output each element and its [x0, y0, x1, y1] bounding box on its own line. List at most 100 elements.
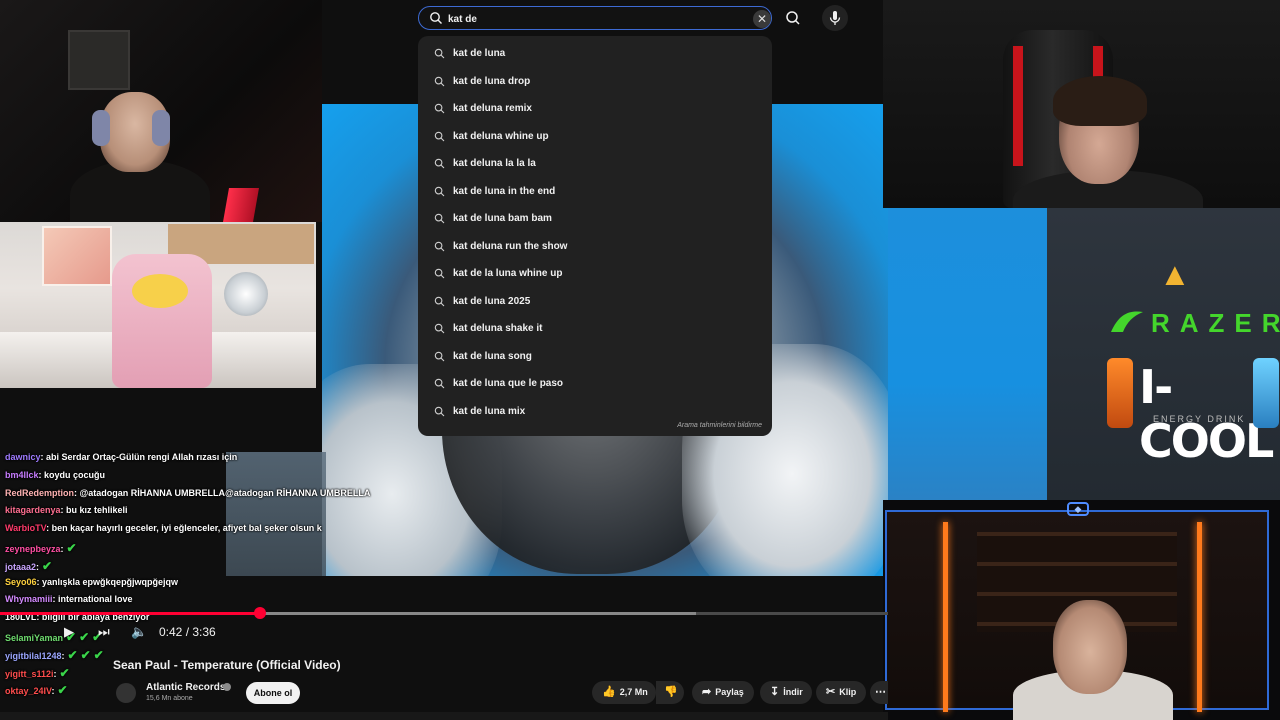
emote-icon: ✔ [80, 647, 91, 662]
subscriber-count: 15,6 Mn abone [146, 695, 193, 702]
webcam-detail [132, 274, 188, 308]
suggestion-text: kat de luna bam bam [453, 213, 552, 224]
close-icon[interactable]: ✕ [753, 10, 771, 28]
chat-message: SelamiYaman ✔ ✔ ✔ [5, 630, 102, 644]
chat-text: : [51, 686, 55, 697]
emote-icon: ✔ [57, 683, 68, 698]
suggestion-item[interactable]: kat deluna la la la [418, 150, 772, 176]
video-title: Sean Paul - Temperature (Official Video) [113, 658, 341, 672]
more-actions-button[interactable]: ⋯ [870, 681, 888, 704]
search-icon [434, 186, 445, 196]
chat-username[interactable]: zeynepbeyza [5, 544, 61, 554]
suggestion-text: kat deluna remix [453, 103, 532, 114]
search-icon [430, 12, 442, 24]
chat-username[interactable]: Seyo06 [5, 577, 37, 587]
webcam-room [0, 222, 316, 388]
neon-light [1197, 522, 1202, 712]
chat-message: yigitbilal1248: ✔ ✔ ✔ [5, 648, 104, 662]
chat-message: oktay_24IV: ✔ [5, 683, 68, 697]
chat-username[interactable]: Whymamiii [5, 594, 53, 604]
webcam-detail [1053, 600, 1127, 694]
chat-username[interactable]: bm4llck [5, 470, 39, 480]
emote-icon: ✔ [79, 630, 90, 644]
chat-text: : bu kız tehlikeli [60, 505, 128, 516]
search-icon [786, 11, 800, 25]
chat-username[interactable]: WarbioTV [5, 523, 46, 533]
webcam-streamer-1 [0, 0, 322, 222]
suggestion-item[interactable]: kat de luna drop [418, 68, 772, 94]
chat-message: bm4llck: koydu çocuğu [5, 470, 105, 480]
search-icon [434, 296, 445, 306]
share-button[interactable]: ➦ Paylaş [692, 681, 754, 704]
download-icon: ↧ [770, 686, 780, 698]
share-label: Paylaş [715, 687, 744, 697]
suggestion-text: kat deluna la la la [453, 158, 536, 169]
razer-logo-icon [1111, 311, 1143, 332]
chat-text: : koydu çocuğu [38, 469, 106, 480]
suggestion-text: kat de luna [453, 48, 506, 59]
clip-button[interactable]: ✂ Klip [816, 681, 866, 704]
search-icon [434, 378, 445, 389]
time-display: 0:42 / 3:36 [159, 625, 216, 639]
suggestion-item[interactable]: kat de luna [418, 40, 772, 66]
suggestion-item[interactable]: kat de luna in the end [418, 178, 772, 204]
thumbs-down-icon: 👎 [664, 686, 678, 698]
search-input[interactable] [448, 10, 738, 28]
channel-logo-icon: ◆ [1067, 502, 1089, 516]
next-icon[interactable]: ⏭ [98, 624, 110, 640]
chat-username[interactable]: yigitbilal1248 [5, 651, 62, 661]
webcam-frame [885, 510, 1269, 720]
suggestion-item[interactable]: kat de luna que le paso [418, 370, 772, 396]
volume-icon[interactable]: 🔈 [131, 624, 147, 640]
chat-username[interactable]: oktay_24IV [5, 686, 52, 696]
chat-text: : international love [52, 594, 133, 605]
channel-avatar[interactable] [116, 683, 136, 703]
chat-username[interactable]: RedRedemption [5, 488, 74, 498]
more-icon: ⋯ [875, 686, 886, 698]
sponsor-panel: ▲ RAZER I-COOL ENERGY DRINK [1047, 208, 1280, 500]
chat-username[interactable]: jotaaa2 [5, 562, 36, 572]
subscribe-button[interactable]: Abone ol [246, 682, 300, 704]
suggestion-item[interactable]: kat deluna whine up [418, 123, 772, 149]
chat-username[interactable]: dawnicy [5, 452, 41, 462]
video-progress-bar[interactable] [0, 607, 888, 619]
chat-message: dawnicy: abi Serdar Ortaç-Gülün rengi Al… [5, 452, 237, 462]
chat-username[interactable]: kitagardenya [5, 505, 61, 515]
chat-message: RedRedemption: @atadogan RİHANNA UMBRELL… [5, 488, 370, 498]
search-bar[interactable]: ✕ [418, 6, 772, 30]
razer-wordmark: RAZER [1151, 308, 1280, 338]
chat-text: : [60, 544, 64, 554]
microphone-icon [829, 11, 841, 25]
chat-username[interactable]: yigitt_s112i [5, 669, 54, 679]
chat-text: : yanlışkla epwğkqepğjwqpğejqw [36, 576, 179, 587]
search-icon [434, 131, 445, 141]
download-button[interactable]: ↧ İndir [760, 681, 812, 704]
channel-name[interactable]: Atlantic Records [146, 682, 225, 693]
suggestion-item[interactable]: kat de luna song [418, 343, 772, 369]
suggestion-item[interactable]: kat deluna run the show [418, 233, 772, 259]
suggestion-text: kat deluna whine up [453, 130, 549, 142]
suggestion-item[interactable]: kat de luna bam bam [418, 205, 772, 231]
suggestion-item[interactable]: kat de luna mix [418, 398, 772, 424]
neon-light [943, 522, 948, 712]
chat-message: Seyo06: yanlışkla epwğkqepğjwqpğejqw [5, 577, 178, 587]
search-button[interactable] [780, 5, 806, 31]
dislike-button[interactable]: 👎 [656, 681, 684, 704]
webcam-detail [224, 272, 268, 316]
bottom-strip [0, 712, 888, 720]
chat-username[interactable]: SelamiYaman [5, 633, 63, 643]
play-icon[interactable]: ▶ [64, 624, 74, 640]
suggestion-item[interactable]: kat deluna remix [418, 95, 772, 121]
chat-text: : ben kaçar hayırlı geceler, iyi eğlence… [46, 523, 322, 534]
suggestion-item[interactable]: kat de luna 2025 [418, 288, 772, 314]
like-button[interactable]: 👍 2,7 Mn [592, 681, 656, 704]
chat-text: : @atadogan RİHANNA UMBRELLA@atadogan Rİ… [74, 487, 371, 498]
suggestion-item[interactable]: kat deluna shake it [418, 315, 772, 341]
search-icon [434, 351, 445, 361]
search-icon [434, 406, 445, 416]
voice-search-button[interactable] [822, 5, 848, 31]
webcam-detail [42, 226, 112, 286]
chat-message: zeynepbeyza: ✔ [5, 541, 77, 555]
suggestion-text: kat de luna song [453, 350, 532, 362]
suggestion-item[interactable]: kat de la luna whine up [418, 260, 772, 286]
